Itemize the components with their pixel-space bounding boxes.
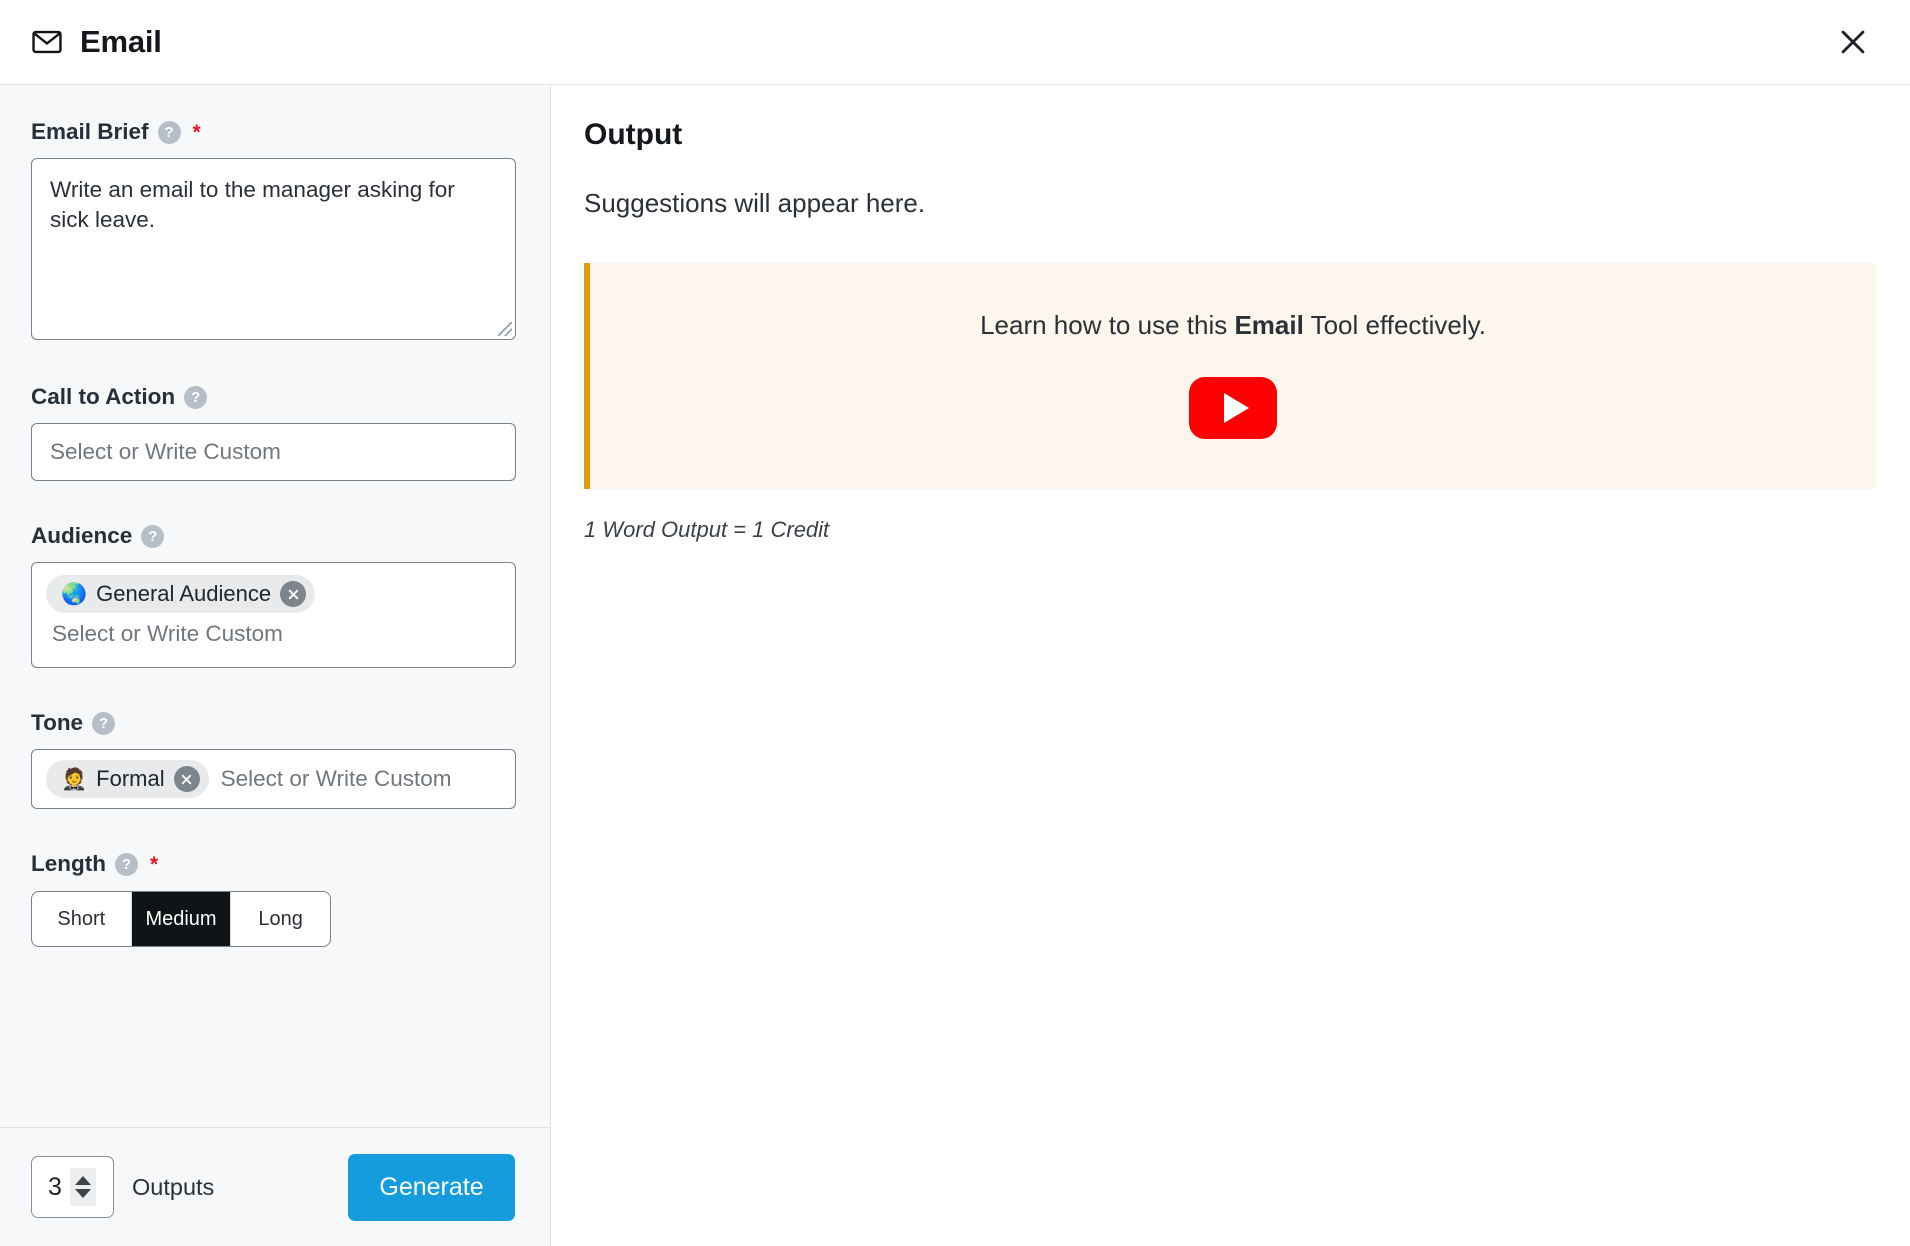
- field-call-to-action: Call to Action ? Select or Write Custom: [31, 384, 516, 481]
- output-empty-message: Suggestions will appear here.: [584, 188, 926, 218]
- tutorial-callout-text: Learn how to use this Email Tool effecti…: [590, 310, 1876, 341]
- email-brief-value: Write an email to the manager asking for…: [50, 177, 455, 232]
- close-button[interactable]: [1830, 19, 1876, 65]
- youtube-play-icon[interactable]: [1189, 377, 1277, 439]
- tone-label-row: Tone ?: [31, 710, 514, 736]
- outputs-label: Outputs: [132, 1173, 215, 1200]
- call-to-action-label: Call to Action: [31, 384, 176, 409]
- outputs-count-stepper[interactable]: 3: [31, 1156, 114, 1218]
- tone-tag-input[interactable]: 🤵 Formal Select or Write Custom: [31, 749, 516, 809]
- spinner-down-icon[interactable]: [74, 1189, 91, 1198]
- close-icon: [180, 773, 193, 786]
- envelope-icon: [30, 25, 64, 59]
- remove-audience-chip-button[interactable]: [280, 581, 307, 607]
- close-icon: [1836, 25, 1870, 59]
- question-mark-icon[interactable]: ?: [157, 120, 181, 144]
- question-mark-icon[interactable]: ?: [114, 852, 138, 876]
- audience-chip[interactable]: 🌏 General Audience: [46, 575, 316, 613]
- form-footer-bar: 3 Outputs Generate: [0, 1127, 550, 1246]
- email-brief-label: Email Brief: [31, 119, 149, 144]
- generate-button[interactable]: Generate: [348, 1153, 515, 1221]
- outputs-count-value: 3: [48, 1172, 62, 1201]
- question-mark-icon[interactable]: ?: [92, 711, 116, 735]
- length-segmented-control[interactable]: Short Medium Long: [31, 891, 331, 947]
- modal-body: Email Brief ? * Write an email to the ma…: [0, 85, 1910, 1246]
- audience-tag-input[interactable]: 🌏 General Audience Select or Write Custo…: [31, 562, 516, 668]
- field-audience: Audience ? 🌏 General Audience Select or …: [31, 523, 516, 668]
- question-mark-icon[interactable]: ?: [141, 524, 165, 548]
- outputs-spinner-icon[interactable]: [69, 1168, 96, 1206]
- call-to-action-placeholder: Select or Write Custom: [50, 439, 281, 464]
- email-brief-label-row: Email Brief ? *: [31, 119, 514, 145]
- call-to-action-input[interactable]: Select or Write Custom: [31, 423, 516, 481]
- output-title: Output: [584, 118, 683, 151]
- output-panel: Output Suggestions will appear here. Lea…: [551, 85, 1910, 1246]
- tone-placeholder: Select or Write Custom: [220, 766, 452, 791]
- tone-chip[interactable]: 🤵 Formal: [46, 760, 209, 798]
- tutorial-text-after: Tool effectively.: [1303, 310, 1486, 340]
- header-title-group: Email: [30, 24, 162, 60]
- form-panel: Email Brief ? * Write an email to the ma…: [0, 85, 551, 1246]
- call-to-action-label-row: Call to Action ?: [31, 384, 514, 410]
- person-in-tuxedo-icon: 🤵: [61, 767, 88, 791]
- field-length: Length ? * Short Medium Long: [31, 851, 514, 947]
- tone-label: Tone: [31, 710, 84, 735]
- tutorial-text-before: Learn how to use this: [980, 310, 1235, 340]
- tutorial-text-bold: Email: [1234, 310, 1304, 340]
- audience-label-row: Audience ?: [31, 523, 514, 549]
- form-scroll-area[interactable]: Email Brief ? * Write an email to the ma…: [0, 85, 550, 1246]
- audience-placeholder-row[interactable]: Select or Write Custom: [46, 613, 501, 655]
- field-email-brief: Email Brief ? * Write an email to the ma…: [31, 119, 516, 340]
- length-label: Length: [31, 851, 106, 876]
- required-asterisk: *: [192, 120, 201, 144]
- audience-chip-label: General Audience: [96, 581, 272, 606]
- globe-icon: 🌏: [61, 582, 88, 606]
- required-asterisk: *: [149, 852, 159, 876]
- page-title: Email: [80, 24, 162, 59]
- tone-chip-label: Formal: [96, 766, 165, 791]
- email-tool-modal: Email Email Brief ? * Write an email to …: [0, 0, 1910, 1246]
- audience-placeholder: Select or Write Custom: [52, 621, 283, 646]
- audience-label: Audience: [31, 523, 133, 548]
- length-option-long[interactable]: Long: [231, 892, 330, 946]
- spinner-up-icon[interactable]: [74, 1176, 91, 1185]
- remove-tone-chip-button[interactable]: [173, 766, 200, 792]
- play-triangle-icon: [1223, 393, 1249, 423]
- length-option-medium[interactable]: Medium: [131, 892, 232, 946]
- modal-header: Email: [0, 0, 1910, 85]
- question-mark-icon[interactable]: ?: [184, 385, 208, 409]
- resize-handle-icon[interactable]: [498, 322, 512, 336]
- field-tone: Tone ? 🤵 Formal Select or Write Custom: [31, 710, 516, 809]
- email-brief-textarea[interactable]: Write an email to the manager asking for…: [31, 158, 516, 340]
- close-icon: [287, 588, 300, 601]
- credit-note: 1 Word Output = 1 Credit: [584, 517, 830, 542]
- length-option-short[interactable]: Short: [32, 892, 132, 946]
- length-label-row: Length ? *: [31, 851, 514, 877]
- tutorial-callout: Learn how to use this Email Tool effecti…: [584, 263, 1876, 489]
